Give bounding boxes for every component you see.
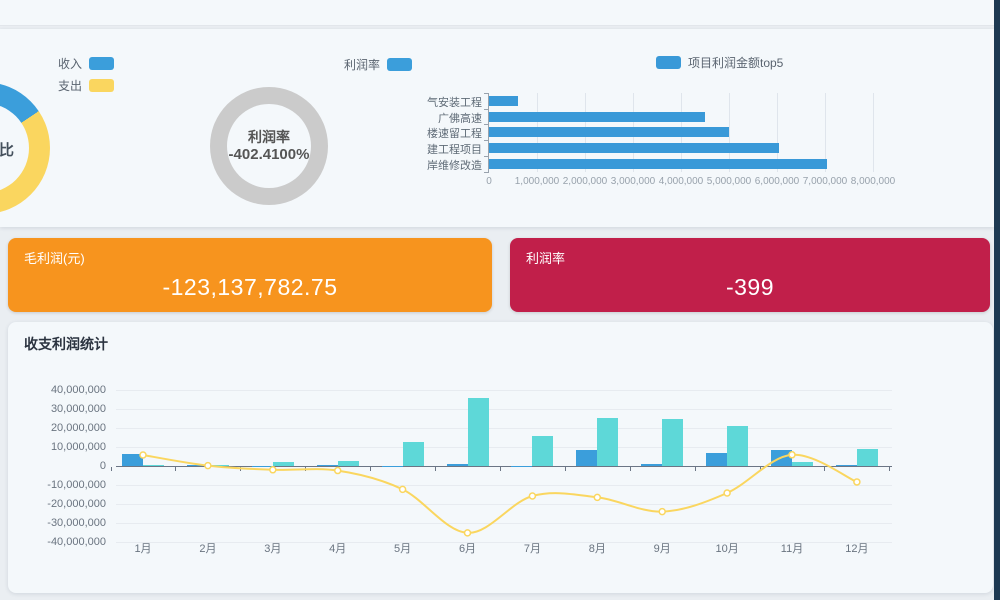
top5-category-label: 广佛高速 xyxy=(418,110,482,123)
right-edge-strip xyxy=(994,0,1000,600)
profit-line-svg xyxy=(8,322,993,593)
top5-bar xyxy=(489,143,779,153)
top5-gridline xyxy=(873,93,874,172)
income-expense-legend: 收入 支出 xyxy=(58,55,114,99)
top5-axis-tick xyxy=(484,109,488,110)
gauge-title: 利润率 xyxy=(227,129,311,146)
legend-expense-label: 支出 xyxy=(58,77,82,94)
profit-rate-swatch xyxy=(387,58,412,71)
legend-item-expense[interactable]: 支出 xyxy=(58,77,114,94)
profit-line-point xyxy=(724,490,730,496)
top5-category-label: 建工程项目 xyxy=(418,141,482,154)
top5-swatch xyxy=(656,56,681,69)
profit-line-point xyxy=(854,479,860,485)
profit-line-point xyxy=(659,509,665,515)
monthly-chart-panel: 收支利润统计 40,000,00030,000,00020,000,00010,… xyxy=(8,322,993,593)
top5-category-label: 楼速留工程 xyxy=(418,125,482,138)
legend-item-income[interactable]: 收入 xyxy=(58,55,114,72)
top5-bar xyxy=(489,112,705,122)
top5-bar xyxy=(489,127,729,137)
top5-axis-tick xyxy=(484,93,488,94)
top5-axis-tick xyxy=(484,156,488,157)
top5-legend: 项目利润金额top5 xyxy=(656,54,783,76)
legend-item-profit-rate[interactable]: 利润率 xyxy=(344,56,412,73)
top5-axis-tick xyxy=(484,124,488,125)
profit-rate-legend: 利润率 xyxy=(344,56,412,78)
profit-line-point xyxy=(270,467,276,473)
top5-x-tick-label: 8,000,000 xyxy=(838,176,908,187)
top5-axis-tick xyxy=(484,172,488,173)
top5-bar xyxy=(489,159,827,169)
kpi-profit-rate-value: -399 xyxy=(510,274,990,301)
profit-line xyxy=(143,455,857,533)
top5-axis-tick xyxy=(484,140,488,141)
profit-line-point xyxy=(465,530,471,536)
legend-item-top5[interactable]: 项目利润金额top5 xyxy=(656,54,783,71)
profit-line-point xyxy=(335,468,341,474)
kpi-gross-profit-card: 毛利润(元) -123,137,782.75 xyxy=(8,238,492,312)
profit-rate-gauge-center: 利润率 -402.4100% xyxy=(227,104,311,188)
profit-line-point xyxy=(529,493,535,499)
profit-line-point xyxy=(205,463,211,469)
legend-top5-label: 项目利润金额top5 xyxy=(688,54,783,71)
dashboard: 收入 支出 收支占比 利润率 利润率 -402.4100% xyxy=(0,0,1000,600)
kpi-gross-profit-title: 毛利润(元) xyxy=(24,248,492,267)
top5-bar xyxy=(489,96,518,106)
profit-line-point xyxy=(594,494,600,500)
kpi-gross-profit-value: -123,137,782.75 xyxy=(8,274,492,301)
legend-income-label: 收入 xyxy=(58,55,82,72)
profit-line-point xyxy=(140,452,146,458)
legend-profit-rate-label: 利润率 xyxy=(344,56,380,73)
profit-line-point xyxy=(789,452,795,458)
top5-category-label: 岸维修改造 xyxy=(418,157,482,170)
kpi-profit-rate-card: 利润率 -399 xyxy=(510,238,990,312)
profit-line-point xyxy=(400,486,406,492)
top-strip xyxy=(0,0,994,26)
gauge-value: -402.4100% xyxy=(227,146,311,164)
income-swatch xyxy=(89,57,114,70)
expense-swatch xyxy=(89,79,114,92)
top-charts-panel: 收入 支出 收支占比 利润率 利润率 -402.4100% xyxy=(0,29,994,227)
kpi-profit-rate-title: 利润率 xyxy=(526,248,990,267)
top5-category-label: 气安装工程 xyxy=(418,94,482,107)
donut-center-label: 收支占比 xyxy=(0,139,44,160)
